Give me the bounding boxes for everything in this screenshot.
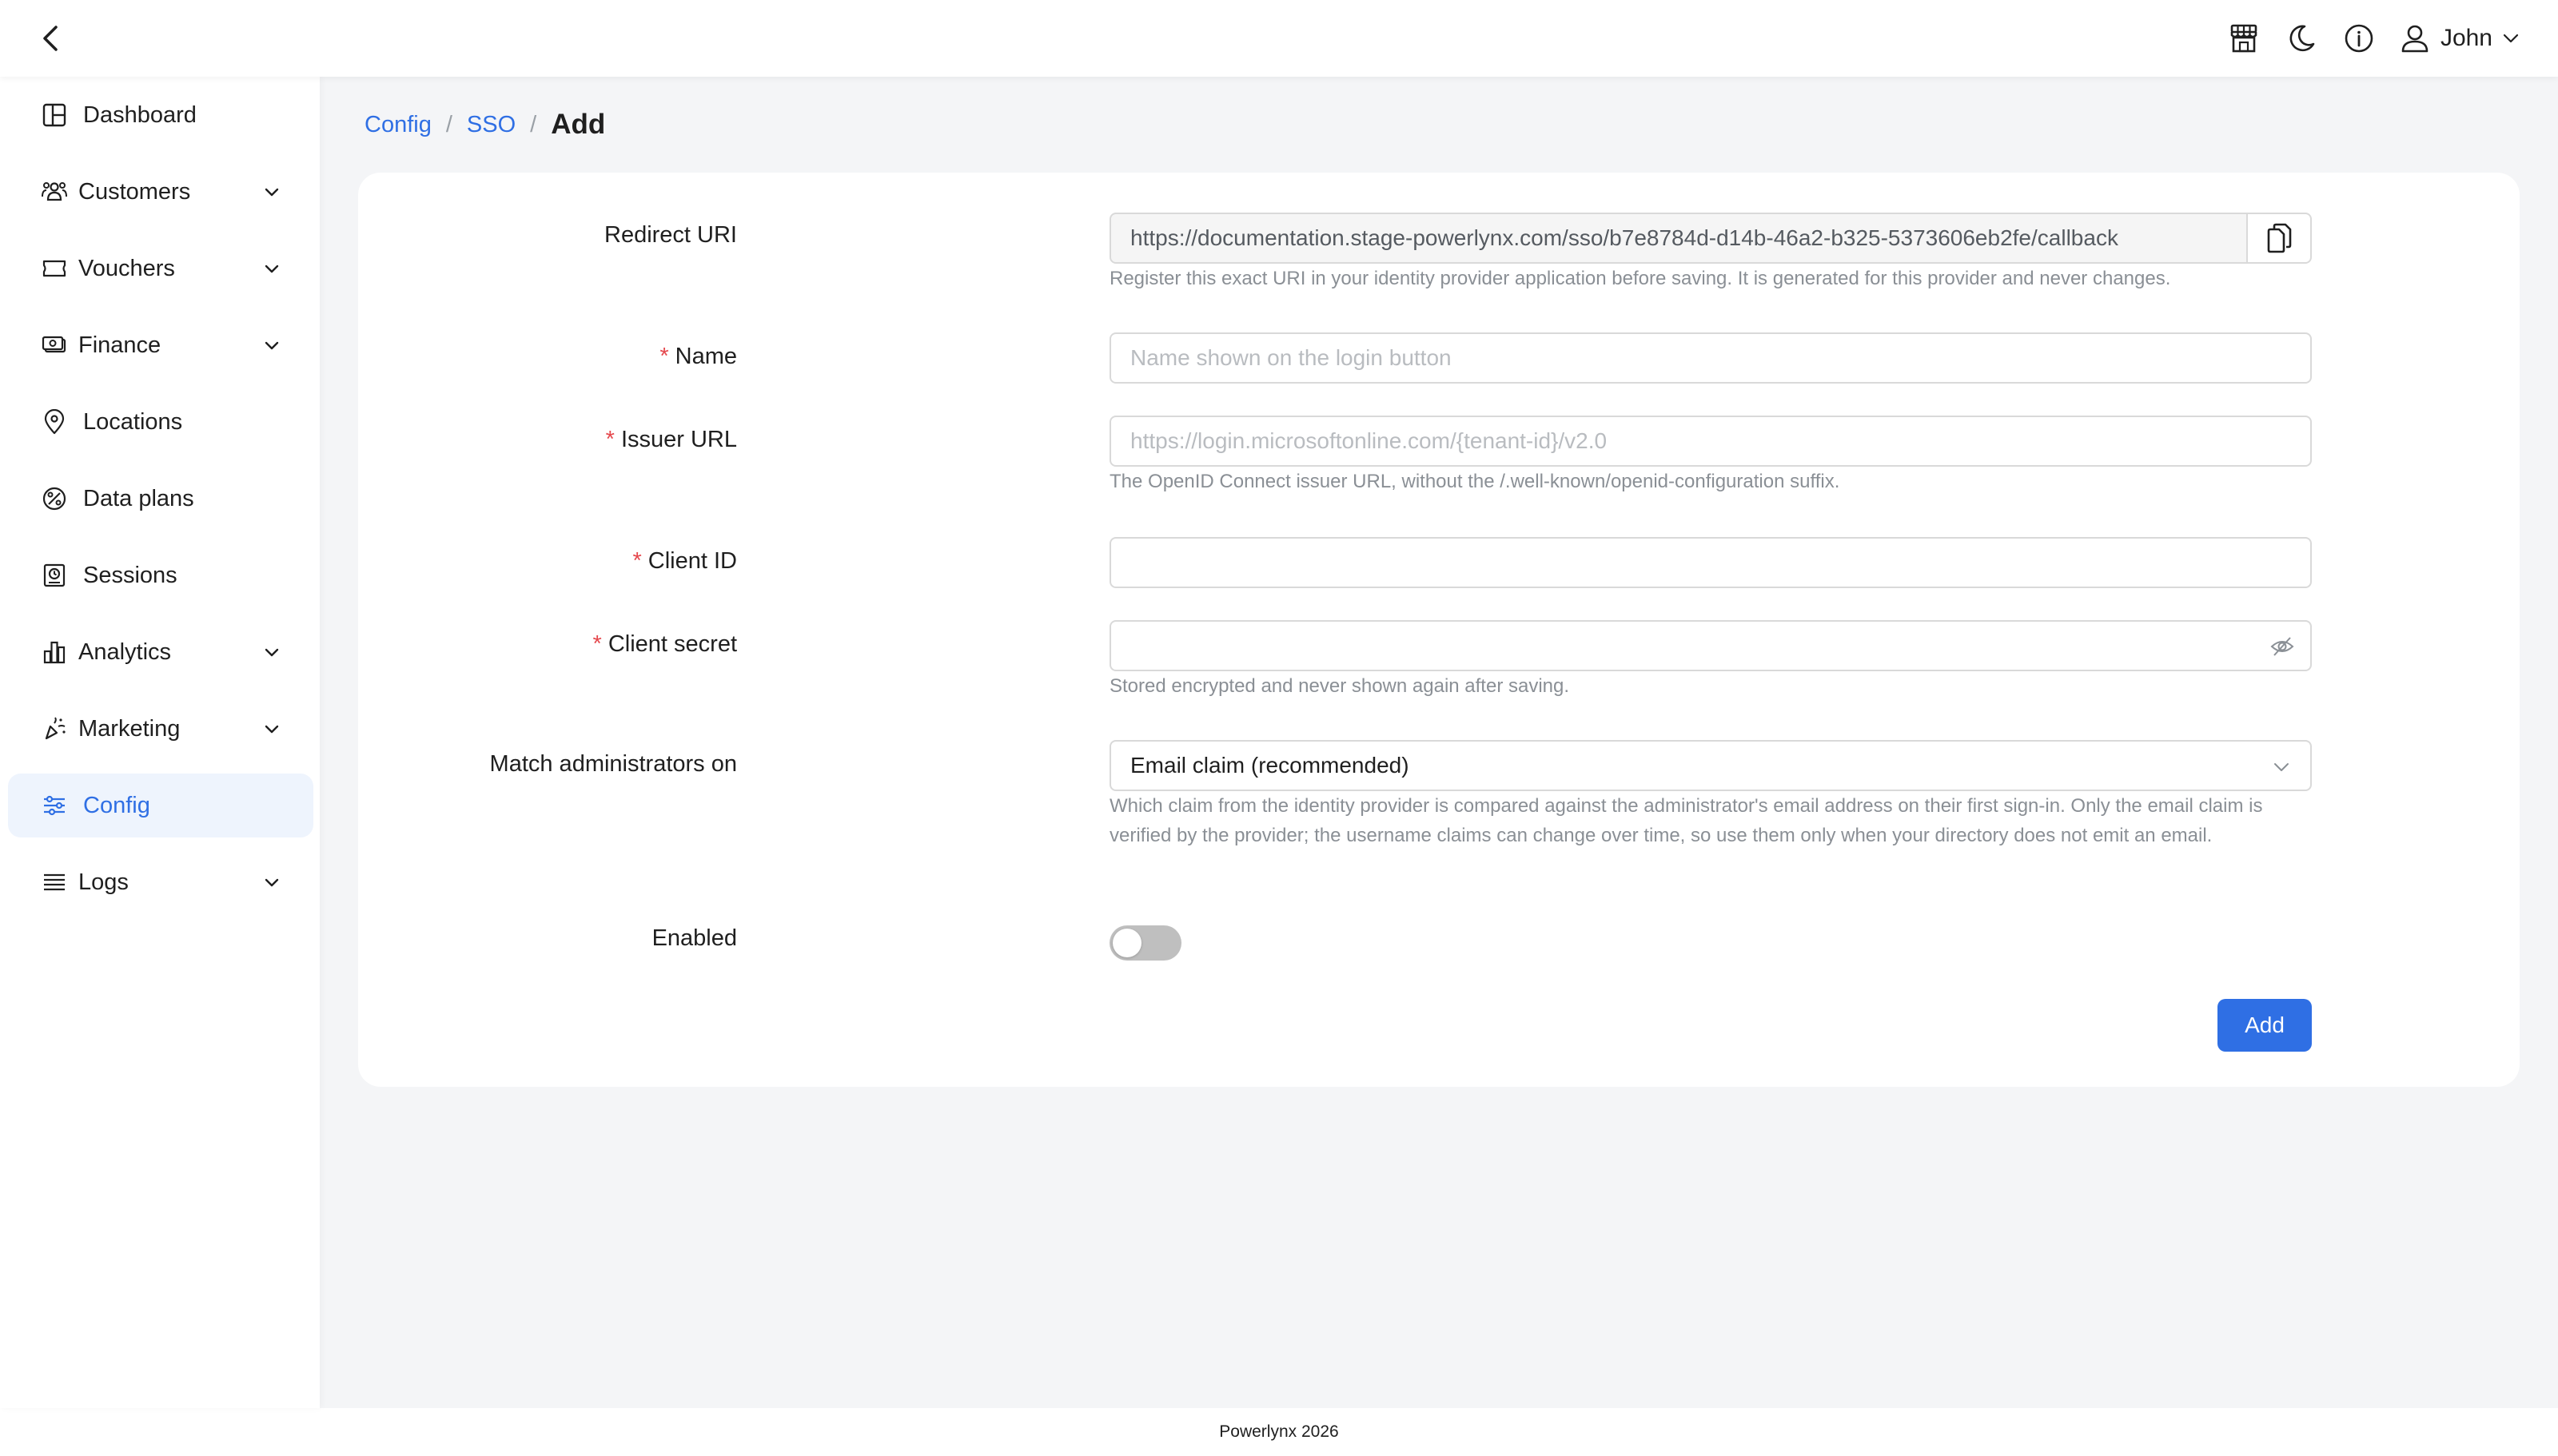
sessions-icon — [40, 561, 69, 590]
analytics-icon — [40, 638, 69, 666]
redirect-uri-help: Register this exact URI in your identity… — [1110, 268, 2171, 289]
sidebar-item-marketing[interactable]: Marketing — [8, 697, 313, 761]
sidebar-item-label: Config — [83, 792, 150, 818]
location-pin-icon — [40, 408, 69, 436]
match-admins-help: Which claim from the identity provider i… — [1110, 795, 2263, 846]
sidebar-item-logs[interactable]: Logs — [8, 850, 313, 914]
breadcrumb-sso[interactable]: SSO — [467, 112, 516, 138]
sidebar-item-config[interactable]: Config — [8, 774, 313, 837]
eye-off-icon — [2270, 637, 2294, 656]
user-name: John — [2440, 25, 2492, 51]
sidebar-item-label: Locations — [83, 408, 183, 435]
sidebar-item-label: Logs — [78, 869, 129, 895]
logs-icon — [40, 868, 69, 897]
footer-text: Powerlynx 2026 — [1219, 1422, 1339, 1441]
marketing-icon — [40, 714, 69, 743]
sidebar-item-vouchers[interactable]: Vouchers — [8, 237, 313, 300]
store-button[interactable] — [2226, 21, 2261, 56]
enabled-label: Enabled — [651, 925, 737, 951]
breadcrumb-config[interactable]: Config — [365, 112, 432, 138]
page-title: Add — [551, 109, 606, 140]
enabled-toggle[interactable] — [1110, 925, 1181, 961]
sidebar-item-label: Analytics — [78, 638, 172, 665]
redirect-uri-label: Redirect URI — [604, 222, 737, 248]
chevron-down-icon — [259, 332, 285, 358]
breadcrumb-separator: / — [530, 111, 537, 137]
client-secret-input[interactable] — [1110, 620, 2312, 671]
finance-icon — [40, 331, 69, 360]
client-secret-help: Stored encrypted and never shown again a… — [1110, 675, 1570, 697]
breadcrumb-separator: / — [445, 111, 452, 137]
toggle-visibility-button[interactable] — [2269, 633, 2296, 660]
sidebar-item-locations[interactable]: Locations — [8, 390, 313, 454]
store-icon — [2230, 24, 2257, 53]
issuer-url-help: The OpenID Connect issuer URL, without t… — [1110, 471, 1840, 492]
theme-toggle-button[interactable] — [2284, 21, 2319, 56]
redirect-uri-field[interactable]: https://documentation.stage-powerlynx.co… — [1110, 213, 2248, 264]
name-label: * Name — [659, 344, 737, 369]
dashboard-icon — [40, 101, 69, 129]
sidebar-item-analytics[interactable]: Analytics — [8, 620, 313, 684]
customers-icon — [40, 177, 69, 206]
sidebar-item-label: Data plans — [83, 485, 194, 511]
add-button[interactable]: Add — [2217, 999, 2312, 1052]
chevron-down-icon — [259, 639, 285, 665]
user-menu[interactable]: John — [2399, 22, 2520, 54]
sidebar-item-label: Sessions — [83, 562, 177, 588]
sidebar-item-sessions[interactable]: Sessions — [8, 543, 313, 607]
client-secret-label: * Client secret — [592, 631, 737, 657]
sidebar-item-label: Vouchers — [78, 255, 175, 281]
config-icon — [40, 791, 69, 820]
sidebar-item-finance[interactable]: Finance — [8, 313, 313, 377]
sidebar: Dashboard Customers Vouchers Finance Loc… — [0, 77, 320, 1408]
chevron-down-icon — [259, 256, 285, 281]
sso-form-card: Redirect URI https://documentation.stage… — [358, 173, 2520, 1087]
chevron-down-icon — [2270, 756, 2293, 778]
client-id-input[interactable] — [1110, 537, 2312, 588]
match-admins-label: Match administrators on — [489, 751, 737, 777]
info-icon — [2345, 24, 2373, 53]
voucher-icon — [40, 254, 69, 283]
copy-uri-button[interactable] — [2248, 213, 2312, 264]
issuer-url-input[interactable]: https://login.microsoftonline.com/{tenan… — [1110, 416, 2312, 467]
copy-icon — [2267, 223, 2292, 253]
chevron-down-icon — [259, 869, 285, 895]
sidebar-item-label: Finance — [78, 332, 161, 358]
sidebar-item-customers[interactable]: Customers — [8, 160, 313, 224]
user-icon — [2401, 25, 2429, 53]
client-id-label: * Client ID — [632, 548, 738, 574]
moon-icon — [2289, 25, 2315, 52]
sidebar-item-data-plans[interactable]: Data plans — [8, 467, 313, 531]
issuer-url-label: * Issuer URL — [605, 427, 737, 452]
info-button[interactable] — [2341, 21, 2377, 56]
chevron-down-icon — [2503, 34, 2519, 43]
back-button[interactable] — [32, 19, 70, 58]
sidebar-item-label: Dashboard — [83, 101, 197, 128]
sidebar-item-label: Marketing — [78, 715, 181, 742]
sidebar-item-label: Customers — [78, 178, 191, 205]
data-plans-icon — [40, 484, 69, 513]
footer: Powerlynx 2026 — [0, 1408, 2558, 1456]
name-input[interactable]: Name shown on the login button — [1110, 332, 2312, 384]
back-arrow-icon — [43, 26, 58, 51]
breadcrumb: Config / SSO / Add — [365, 105, 605, 144]
top-header: John — [0, 0, 2558, 77]
toggle-knob — [1113, 929, 1142, 957]
header-actions: John — [2226, 0, 2520, 77]
match-admins-select[interactable]: Email claim (recommended) — [1110, 740, 2312, 791]
chevron-down-icon — [259, 716, 285, 742]
sidebar-item-dashboard[interactable]: Dashboard — [8, 83, 313, 147]
chevron-down-icon — [259, 179, 285, 205]
